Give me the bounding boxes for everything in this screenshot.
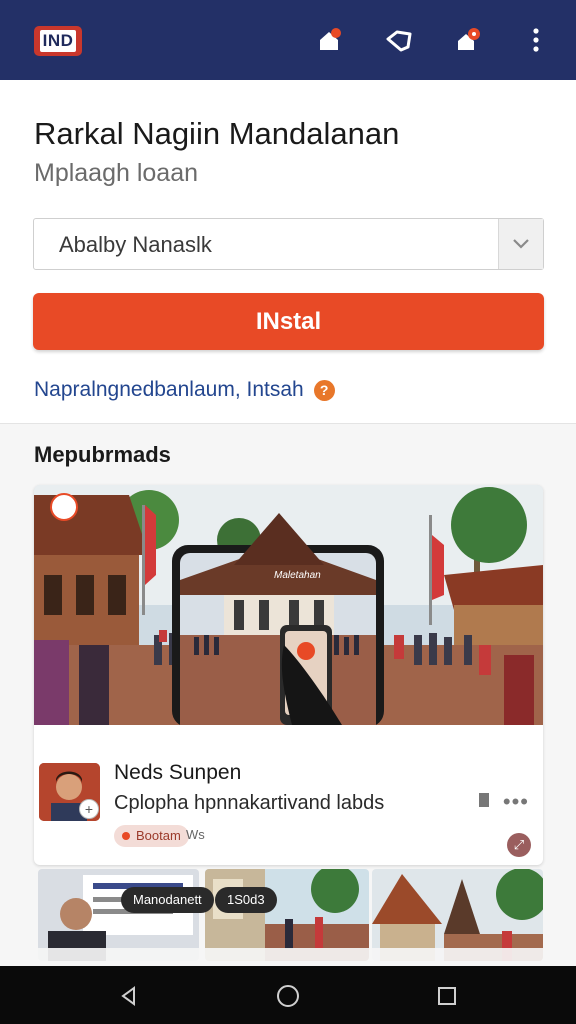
variant-select[interactable]: Abalby Nanaslk — [33, 218, 544, 270]
info-link[interactable]: Napralngnedbanlaum, Intsah ? — [34, 376, 335, 404]
featured-card[interactable]: Maletahan ⤢ + Neds Sunpen Cplopha hpnnak… — [34, 485, 543, 865]
featured-hero-image — [34, 485, 543, 725]
select-toggle[interactable] — [498, 219, 543, 269]
phone-screen-caption: Maletahan — [274, 570, 321, 581]
expand-icon[interactable]: ⤢ — [507, 833, 531, 857]
follow-plus-icon[interactable]: + — [79, 799, 99, 819]
thumbnail-chip-1[interactable]: Manodanett — [121, 887, 214, 913]
app-screen: IND Rarkal Nagiin Mandalanan Mplaagh loa… — [0, 0, 576, 1024]
app-title: Rarkal Nagiin Mandalanan — [34, 116, 400, 151]
back-icon[interactable] — [115, 984, 143, 1008]
home-alert-icon[interactable] — [313, 24, 345, 56]
system-navigation-bar — [0, 966, 576, 1024]
bookmark-icon[interactable] — [479, 793, 489, 807]
install-button[interactable]: INstal — [33, 293, 544, 350]
info-link-text: Napralngnedbanlaum, Intsah — [34, 378, 304, 401]
post-author-name: Neds Sunpen — [114, 761, 242, 784]
app-logo[interactable]: IND — [34, 26, 82, 56]
source-badge-icon — [50, 493, 78, 521]
home-icon[interactable] — [274, 984, 302, 1008]
recents-icon[interactable] — [433, 984, 461, 1008]
select-value: Abalby Nanaslk — [59, 232, 212, 257]
post-tag[interactable]: Bootam — [114, 825, 189, 847]
app-subtitle: Mplaagh loaan — [34, 159, 199, 187]
top-app-bar: IND — [0, 0, 576, 80]
more-horiz-icon[interactable]: ••• — [503, 789, 529, 815]
thumbnail-chip-2[interactable]: 1S0d3 — [215, 887, 277, 913]
more-vert-icon[interactable] — [520, 24, 552, 56]
tag-icon[interactable] — [383, 24, 415, 56]
help-icon[interactable]: ? — [313, 379, 335, 401]
bottom-toolbar — [34, 948, 543, 968]
section-title: Mepubrmads — [34, 442, 171, 467]
post-tag-extra: Ws — [186, 827, 205, 842]
post-description: Cplopha hpnnakartivand labds — [114, 792, 385, 814]
notification-icon[interactable] — [452, 24, 484, 56]
logo-text: IND — [39, 30, 77, 52]
chevron-down-icon — [513, 239, 529, 249]
